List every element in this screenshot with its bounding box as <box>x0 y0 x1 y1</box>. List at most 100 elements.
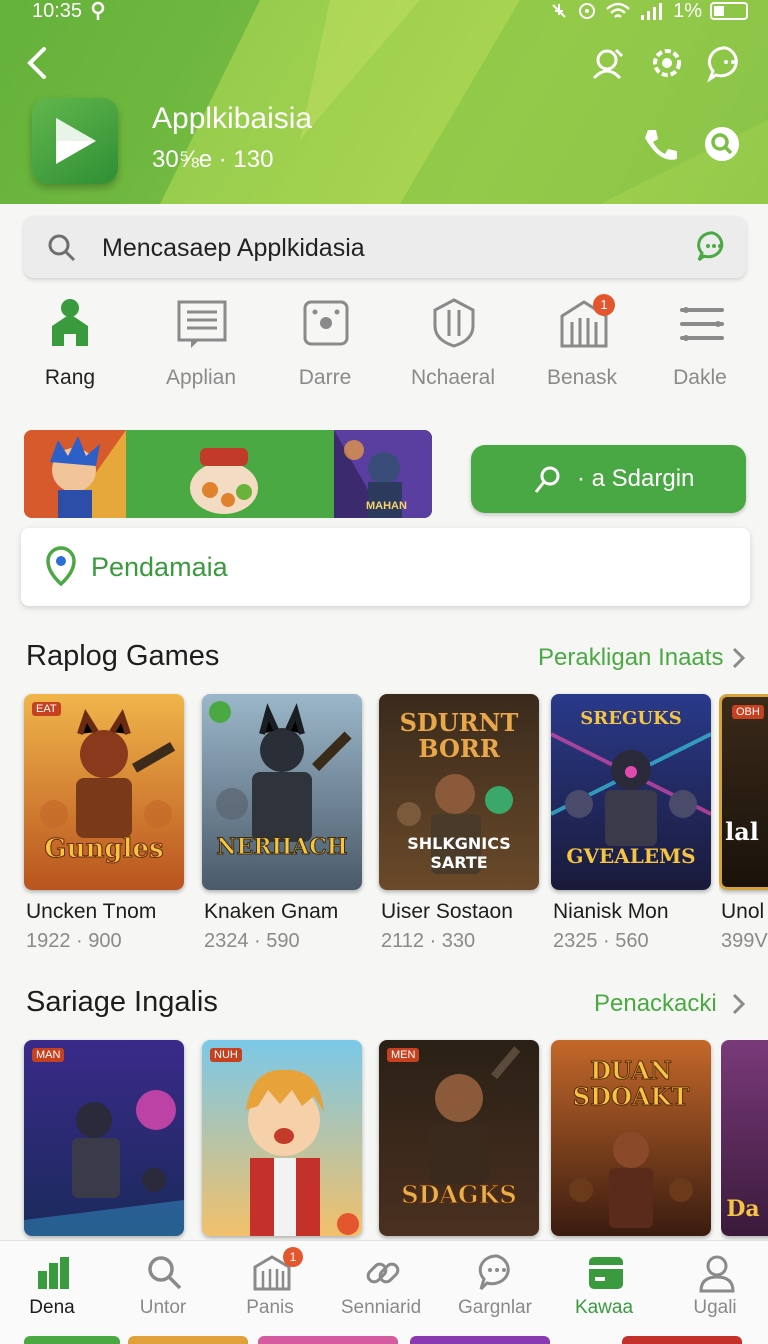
promo-banner[interactable]: MAHAN <box>24 430 432 518</box>
cover-tag: MAN <box>32 1048 65 1062</box>
next-row-peek <box>410 1336 550 1344</box>
nav-senniarid[interactable]: Senniarid <box>326 1249 436 1329</box>
cover-title: Da <box>726 1196 760 1222</box>
app-header: 10:35 1% Applkibaisia 30⅝e · 130 <box>0 0 768 204</box>
search-bar[interactable]: Mencasaep Applkidasia <box>24 216 746 278</box>
clock: 10:35 <box>32 0 83 22</box>
app-subtitle: 30⅝e · 130 <box>152 146 274 173</box>
section-see-all-link[interactable]: Penackacki <box>594 990 717 1018</box>
dice-icon <box>303 300 349 346</box>
location-card[interactable]: Pendamaia <box>21 528 750 606</box>
menu-icon <box>680 307 724 341</box>
category-label: Darre <box>298 366 352 389</box>
next-row-peek <box>622 1336 742 1344</box>
search-key-icon <box>534 466 560 493</box>
category-label: Benask <box>546 366 618 389</box>
game-card[interactable]: OBH lal Unol 399V <box>719 694 768 954</box>
cover-title: SDURNT BORR <box>399 708 519 763</box>
category-label: Applian <box>165 366 237 389</box>
chart-icon <box>38 1257 69 1289</box>
cover-title: Gungles <box>44 834 164 865</box>
cover-tag: EAT <box>32 702 61 716</box>
chat-bubble-icon[interactable] <box>706 44 746 82</box>
game-name: Knaken Gnam <box>204 900 339 923</box>
location-label: Pendamaia <box>91 552 228 582</box>
nav-ugali[interactable]: Ugali <box>660 1249 768 1329</box>
chevron-right-icon[interactable] <box>730 992 746 1016</box>
chat-icon <box>478 1254 510 1291</box>
nav-panis[interactable]: 1 Panis <box>215 1247 325 1329</box>
nav-label: Panis <box>246 1297 294 1318</box>
game-cover: DUAN SDOAKT <box>551 1040 711 1236</box>
cover-title-top: SREGUKS <box>580 708 682 729</box>
cover-title: lal <box>725 817 759 846</box>
notification-badge: 1 <box>593 294 615 316</box>
settings-gear-icon[interactable] <box>648 44 686 82</box>
cover-title: DUAN SDOAKT <box>572 1056 690 1111</box>
notification-badge: 1 <box>283 1247 303 1267</box>
category-label: Dakle <box>673 366 727 389</box>
play-icon <box>56 118 96 164</box>
game-meta: 2325 · 560 <box>553 930 649 952</box>
location-pin-icon <box>46 546 76 586</box>
game-cover: Da <box>721 1040 768 1236</box>
section-see-all-link[interactable]: Perakligan Inaats <box>538 644 723 672</box>
game-card[interactable]: Da <box>721 1040 768 1240</box>
nav-untor[interactable]: Untor <box>108 1249 218 1329</box>
promo-search-button[interactable]: · a Sdargin <box>471 445 746 513</box>
wallet-icon <box>589 1257 623 1289</box>
cover-tag: OBH <box>732 705 764 719</box>
game-name: Unol <box>721 900 765 923</box>
back-arrow-icon[interactable] <box>24 46 50 80</box>
link-icon <box>366 1262 400 1284</box>
mute-icon <box>552 4 566 18</box>
game-meta: 2112 · 330 <box>381 930 476 952</box>
nav-label: Senniarid <box>340 1297 422 1318</box>
status-bar: 10:35 1% <box>32 0 748 22</box>
list-icon <box>177 300 227 348</box>
chevron-right-icon[interactable] <box>730 646 746 670</box>
category-bar: Rang Applian Darre Nchaeral 1 Benask Dak… <box>0 294 768 406</box>
nav-label: Ugali <box>693 1297 737 1318</box>
next-row-peek <box>128 1336 248 1344</box>
wifi-icon <box>606 2 630 18</box>
game-cover: EAT Gungles <box>24 694 184 890</box>
section-title: Raplog Games <box>26 640 220 672</box>
cover-title: NERIIACH <box>216 834 348 861</box>
assistant-chat-icon[interactable] <box>696 230 730 264</box>
game-cover: NERIIACH <box>202 694 362 890</box>
game-name: Nianisk Mon <box>553 900 669 923</box>
nav-dena[interactable]: Dena <box>0 1249 107 1329</box>
game-cover: NUH <box>202 1040 362 1236</box>
game-cover: MEN SDAGKS <box>379 1040 539 1236</box>
search-input[interactable]: Mencasaep Applkidasia <box>102 234 365 263</box>
shield-icon <box>433 298 475 348</box>
app-title: Applkibaisia <box>152 102 313 135</box>
banner-caption: MAHAN <box>366 500 407 512</box>
phone-icon[interactable] <box>640 126 680 166</box>
alarm-icon <box>579 3 596 19</box>
game-cover: SDURNT BORR SHLKGNICS SARTE <box>379 694 539 890</box>
signal-icon <box>641 3 663 20</box>
cover-art <box>209 701 352 842</box>
game-meta: 399V <box>721 930 768 952</box>
game-cover: SREGUKS GVEALEMS <box>551 694 711 890</box>
cover-title: SDAGKS <box>401 1180 517 1210</box>
cover-subtitle: SHLKGNICS SARTE <box>407 834 511 872</box>
search-icon[interactable] <box>700 124 744 168</box>
game-meta: 2324 · 590 <box>204 930 300 952</box>
nav-label: Kawaa <box>574 1297 634 1318</box>
section-title: Sariage Ingalis <box>26 986 218 1018</box>
next-row-peek <box>24 1336 120 1344</box>
app-logo <box>32 98 118 184</box>
game-cover: OBH lal <box>719 694 768 890</box>
battery-percent: 1% <box>673 0 702 22</box>
category-label: Nchaeral <box>410 366 496 389</box>
nav-kawaa[interactable]: Kawaa <box>549 1249 659 1329</box>
cover-tag: MEN <box>387 1048 420 1062</box>
game-name: Uiser Sostaon <box>381 900 513 923</box>
nav-gargnlar[interactable]: Gargnlar <box>440 1249 550 1329</box>
nav-label: Dena <box>29 1297 75 1318</box>
profile-edit-icon[interactable] <box>588 44 626 82</box>
cover-title: GVEALEMS <box>566 844 696 868</box>
